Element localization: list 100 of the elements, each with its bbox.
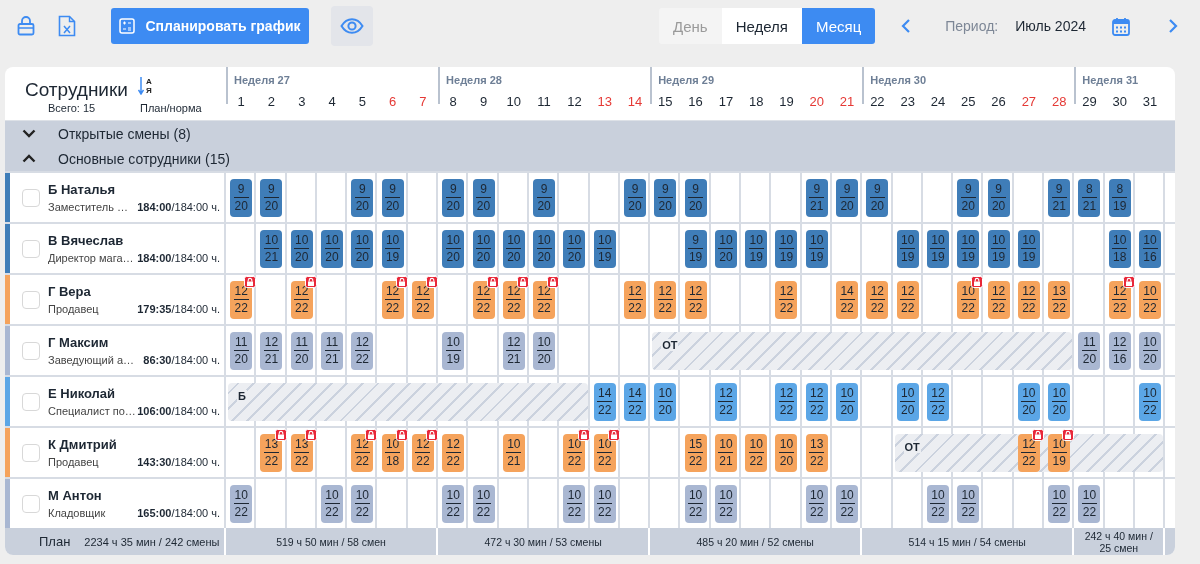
shift-chip[interactable]: 12 22 xyxy=(896,280,919,319)
shift-chip[interactable]: 10 22 xyxy=(714,484,737,523)
shift-chip[interactable]: 10 20 xyxy=(472,229,495,268)
shift-chip[interactable]: 10 22 xyxy=(472,484,495,523)
shift-chip[interactable]: 8 19 xyxy=(1108,178,1131,217)
shift-chip[interactable]: 10 22 xyxy=(805,484,828,523)
shift-chip[interactable]: 12 22 xyxy=(1017,280,1040,319)
shift-chip[interactable]: 10 19 xyxy=(805,229,828,268)
shift-chip[interactable]: 9 20 xyxy=(472,178,495,217)
checkbox[interactable] xyxy=(22,494,40,513)
shift-chip[interactable]: 10 22 xyxy=(957,484,980,523)
shift-chip[interactable]: 10 22 xyxy=(442,484,465,523)
shift-chip[interactable]: 10 22 xyxy=(321,484,344,523)
shift-chip[interactable]: 11 20 xyxy=(230,331,253,370)
shift-chip[interactable]: 9 20 xyxy=(866,178,889,217)
shift-chip[interactable]: 13 22 xyxy=(290,433,313,472)
shift-chip[interactable]: 12 21 xyxy=(502,331,525,370)
checkbox[interactable] xyxy=(22,392,40,411)
shift-chip[interactable]: 12 22 xyxy=(411,433,434,472)
shift-chip[interactable]: 9 20 xyxy=(381,178,404,217)
shift-chip[interactable]: 9 20 xyxy=(442,178,465,217)
calendar-icon[interactable] xyxy=(1112,16,1130,36)
absence-band[interactable]: ОТ xyxy=(652,331,1073,370)
shift-chip[interactable]: 9 20 xyxy=(260,178,283,217)
shift-chip[interactable]: 12 22 xyxy=(866,280,889,319)
checkbox[interactable] xyxy=(22,188,40,207)
shift-chip[interactable]: 10 22 xyxy=(1139,280,1162,319)
shift-chip[interactable]: 12 22 xyxy=(502,280,525,319)
shift-chip[interactable]: 9 20 xyxy=(351,178,374,217)
shift-chip[interactable]: 14 22 xyxy=(593,382,616,421)
shift-chip[interactable]: 10 22 xyxy=(745,433,768,472)
shift-chip[interactable]: 9 20 xyxy=(654,178,677,217)
shift-chip[interactable]: 9 20 xyxy=(836,178,859,217)
shift-chip[interactable]: 10 19 xyxy=(926,229,949,268)
shift-chip[interactable]: 10 20 xyxy=(290,229,313,268)
shift-chip[interactable]: 12 22 xyxy=(381,280,404,319)
shift-chip[interactable]: 12 22 xyxy=(442,433,465,472)
shift-chip[interactable]: 10 19 xyxy=(896,229,919,268)
shift-chip[interactable]: 10 18 xyxy=(1108,229,1131,268)
shift-chip[interactable]: 12 22 xyxy=(654,280,677,319)
shift-chip[interactable]: 10 20 xyxy=(714,229,737,268)
shift-chip[interactable]: 15 22 xyxy=(684,433,707,472)
shift-chip[interactable]: 14 22 xyxy=(836,280,859,319)
shift-chip[interactable]: 10 22 xyxy=(836,484,859,523)
shift-chip[interactable]: 10 19 xyxy=(442,331,465,370)
shift-chip[interactable]: 10 20 xyxy=(563,229,586,268)
shift-chip[interactable]: 12 22 xyxy=(351,433,374,472)
shift-chip[interactable]: 10 22 xyxy=(563,484,586,523)
shift-chip[interactable]: 12 22 xyxy=(805,382,828,421)
shift-chip[interactable]: 10 22 xyxy=(1048,484,1071,523)
shift-chip[interactable]: 10 19 xyxy=(957,229,980,268)
shift-chip[interactable]: 10 22 xyxy=(1139,382,1162,421)
shift-chip[interactable]: 12 22 xyxy=(351,331,374,370)
shift-chip[interactable]: 10 20 xyxy=(533,229,556,268)
shift-chip[interactable]: 9 20 xyxy=(684,178,707,217)
spreadsheet-file-icon[interactable] xyxy=(58,15,76,37)
shift-chip[interactable]: 10 20 xyxy=(836,382,859,421)
chevron-icon[interactable] xyxy=(22,129,36,138)
shift-chip[interactable]: 10 19 xyxy=(745,229,768,268)
shift-chip[interactable]: 9 20 xyxy=(624,178,646,217)
shift-chip[interactable]: 12 21 xyxy=(260,331,283,370)
shift-chip[interactable]: 10 20 xyxy=(1017,382,1040,421)
shift-chip[interactable]: 12 22 xyxy=(684,280,707,319)
shift-chip[interactable]: 9 20 xyxy=(230,178,253,217)
shift-chip[interactable]: 10 22 xyxy=(593,433,616,472)
shift-chip[interactable]: 10 22 xyxy=(684,484,707,523)
shift-chip[interactable]: 10 22 xyxy=(230,484,253,523)
group-header[interactable]: Основные сотрудники (15) xyxy=(5,146,1175,171)
shift-chip[interactable]: 10 20 xyxy=(654,382,677,421)
shift-chip[interactable]: 12 22 xyxy=(230,280,253,319)
shift-chip[interactable]: 10 20 xyxy=(351,229,374,268)
shift-chip[interactable]: 12 16 xyxy=(1108,331,1131,370)
shift-chip[interactable]: 11 20 xyxy=(290,331,313,370)
shift-chip[interactable]: 10 22 xyxy=(593,484,616,523)
shift-chip[interactable]: 12 22 xyxy=(1108,280,1131,319)
shift-chip[interactable]: 9 20 xyxy=(957,178,980,217)
shift-chip[interactable]: 13 22 xyxy=(260,433,283,472)
shift-chip[interactable]: 12 22 xyxy=(624,280,646,319)
shift-chip[interactable]: 11 21 xyxy=(321,331,344,370)
shift-chip[interactable]: 10 20 xyxy=(1048,382,1071,421)
shift-chip[interactable]: 12 22 xyxy=(714,382,737,421)
shift-chip[interactable]: 10 20 xyxy=(442,229,465,268)
shift-chip[interactable]: 10 21 xyxy=(260,229,283,268)
shift-chip[interactable]: 13 22 xyxy=(1048,280,1071,319)
absence-band[interactable]: Б xyxy=(228,382,588,421)
shift-chip[interactable]: 9 20 xyxy=(987,178,1010,217)
shift-chip[interactable]: 12 22 xyxy=(472,280,495,319)
shift-chip[interactable]: 12 22 xyxy=(290,280,313,319)
group-header[interactable]: Открытые смены (8) xyxy=(5,121,1175,146)
shift-chip[interactable]: 11 20 xyxy=(1078,331,1101,370)
shift-chip[interactable]: 9 19 xyxy=(684,229,707,268)
shift-chip[interactable]: 10 22 xyxy=(351,484,374,523)
shift-chip[interactable]: 10 19 xyxy=(381,229,404,268)
sort-button[interactable]: А Я xyxy=(137,77,152,95)
shift-chip[interactable]: 10 20 xyxy=(321,229,344,268)
checkbox[interactable] xyxy=(22,239,40,258)
shift-chip[interactable]: 12 22 xyxy=(926,382,949,421)
shift-chip[interactable]: 10 20 xyxy=(775,433,798,472)
shift-chip[interactable]: 9 21 xyxy=(805,178,828,217)
shift-chip[interactable]: 12 22 xyxy=(775,382,798,421)
